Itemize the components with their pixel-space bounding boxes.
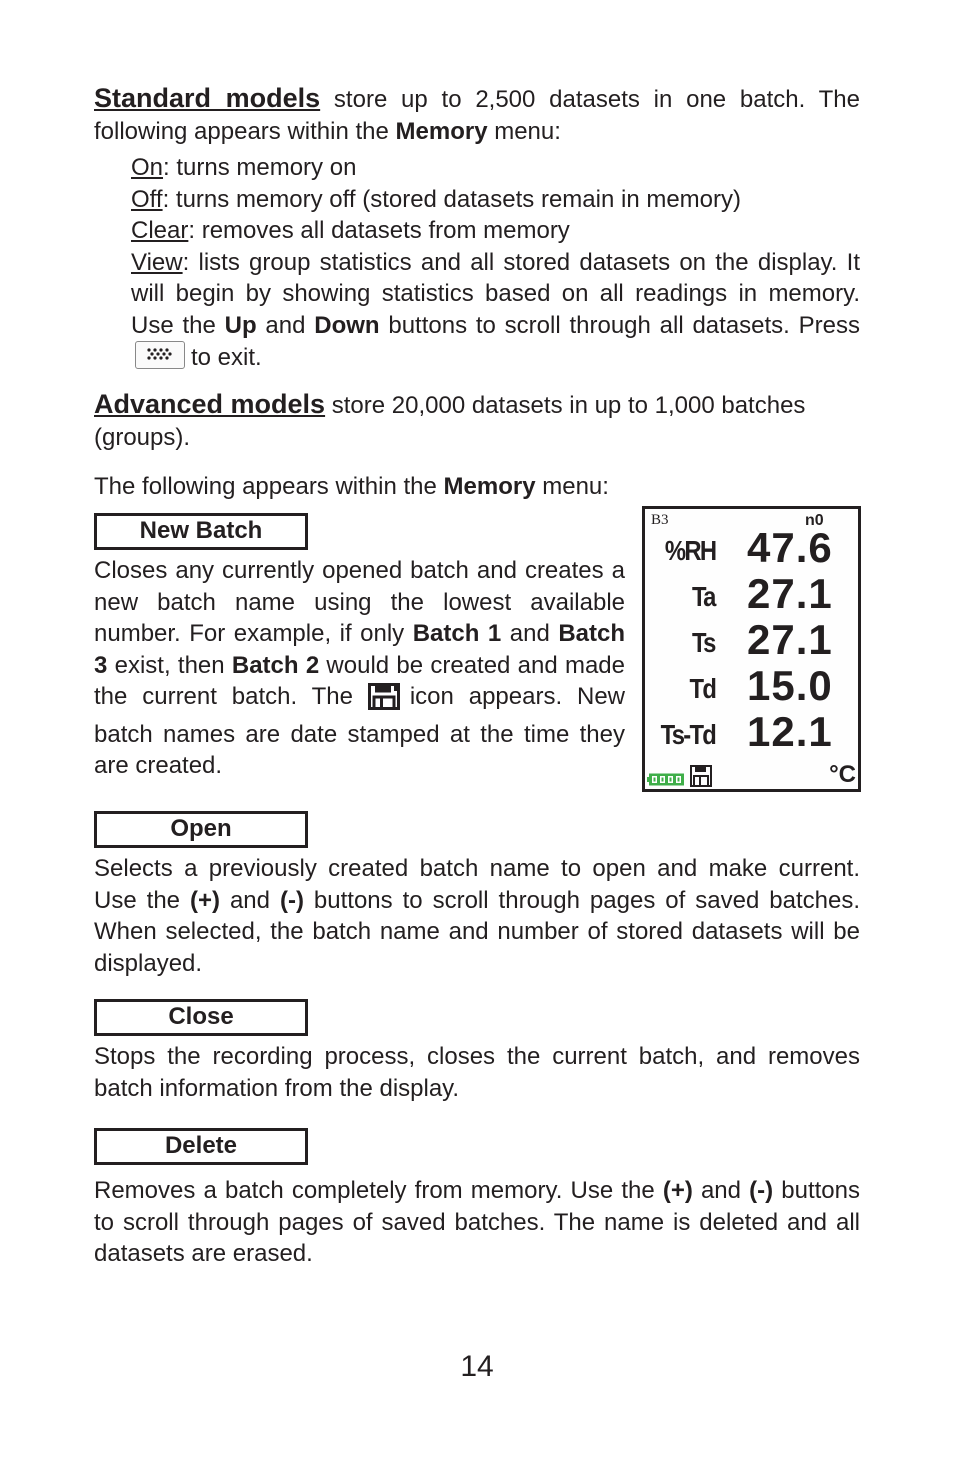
- advanced-follow: The following appears within the Memory …: [94, 473, 609, 500]
- lcd-save-disk-icon: [690, 765, 712, 787]
- open-description: Selects a previously created batch name …: [94, 855, 860, 977]
- close-description: Stops the recording process, closes the …: [94, 1043, 860, 1102]
- advanced-heading: Advanced models: [94, 389, 326, 419]
- lcd-row-ts-td: Ts-Td 12.1: [660, 708, 833, 755]
- close-section: Close Stops the recording process, close…: [94, 999, 860, 1104]
- new-batch-description: Closes any currently opened batch and cr…: [94, 557, 626, 779]
- list-item-view: View: lists group statistics and all sto…: [131, 248, 860, 372]
- memory-options-list: On: turns memory on Off: turns memory of…: [131, 152, 860, 374]
- delete-label: Delete: [94, 1128, 308, 1165]
- list-item-off: Off: turns memory off (stored datasets r…: [131, 185, 741, 213]
- open-section: Open Selects a previously created batch …: [94, 811, 860, 979]
- standard-heading: Standard models: [94, 83, 321, 113]
- lcd-display: B3 n0 %RH 47.6 Ta 27.1 Ts 27.1 Td 15.0 Ts-Td…: [642, 506, 861, 792]
- delete-section: Delete Removes a batch completely from m…: [94, 1128, 860, 1270]
- list-item-on: On: turns memory on: [131, 154, 357, 181]
- battery-icon: [647, 773, 684, 786]
- advanced-models-section: Advanced models store 20,000 datasets in…: [94, 388, 860, 503]
- lcd-row-td: Td 15.0: [689, 662, 833, 709]
- new-batch-label: New Batch: [94, 513, 308, 550]
- lcd-row-rh: %RH 47.6: [664, 524, 833, 571]
- standard-intro: Standard models store up to 2,500 datase…: [94, 83, 860, 145]
- lcd-unit: °C: [829, 761, 856, 788]
- advanced-intro: Advanced models store 20,000 datasets in…: [94, 389, 806, 451]
- page-number: 14: [460, 1350, 494, 1383]
- new-batch-section: New Batch Closes any currently opened ba…: [94, 513, 625, 782]
- delete-description: Removes a batch completely from memory. …: [94, 1177, 860, 1267]
- lcd-row-ta: Ta 27.1: [692, 570, 833, 617]
- list-item-clear: Clear: removes all datasets from memory: [131, 217, 570, 244]
- standard-models-section: Standard models store up to 2,500 datase…: [94, 82, 860, 374]
- lcd-row-ts: Ts 27.1: [692, 616, 833, 663]
- save-disk-icon: [367, 683, 400, 719]
- open-label: Open: [94, 811, 308, 848]
- close-label: Close: [94, 999, 308, 1036]
- menu-key-icon: [135, 341, 185, 369]
